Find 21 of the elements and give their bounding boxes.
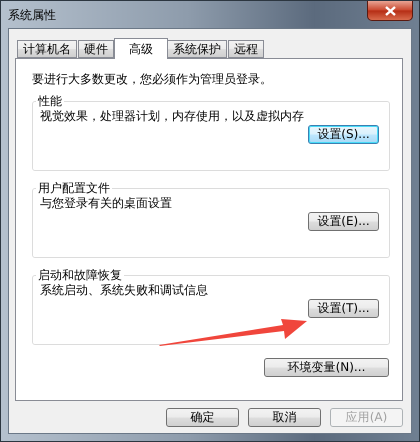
group-description: 视觉效果，处理器计划，内存使用，以及虚拟内存: [40, 108, 305, 125]
group-description: 系统启动、系统失败和调试信息: [40, 282, 209, 299]
settings-button[interactable]: 设置(S)...: [308, 125, 379, 144]
settings-button[interactable]: 设置(T)...: [308, 299, 379, 318]
group-title: 性能: [36, 93, 63, 110]
admin-notice: 要进行大多数更改，您必须作为管理员登录。: [32, 71, 273, 88]
group-title: 用户配置文件: [37, 180, 111, 197]
environment-variables-button[interactable]: 环境变量(N)...: [264, 358, 389, 377]
dialog-button[interactable]: 取消: [248, 408, 321, 427]
group-description: 与您登录有关的桌面设置: [40, 195, 173, 212]
tab[interactable]: 系统保护: [167, 40, 227, 58]
window-title: 系统属性: [8, 7, 56, 24]
group-title: 启动和故障恢复: [37, 267, 123, 284]
tab[interactable]: 硬件: [78, 40, 114, 58]
dialog-button[interactable]: 确定: [166, 408, 239, 427]
tab[interactable]: 计算机名: [17, 40, 77, 58]
close-icon: [384, 6, 396, 16]
settings-button[interactable]: 设置(E)...: [308, 212, 379, 231]
tab[interactable]: 远程: [228, 40, 264, 58]
tab[interactable]: 高级: [114, 38, 168, 59]
close-button[interactable]: [367, 1, 413, 21]
